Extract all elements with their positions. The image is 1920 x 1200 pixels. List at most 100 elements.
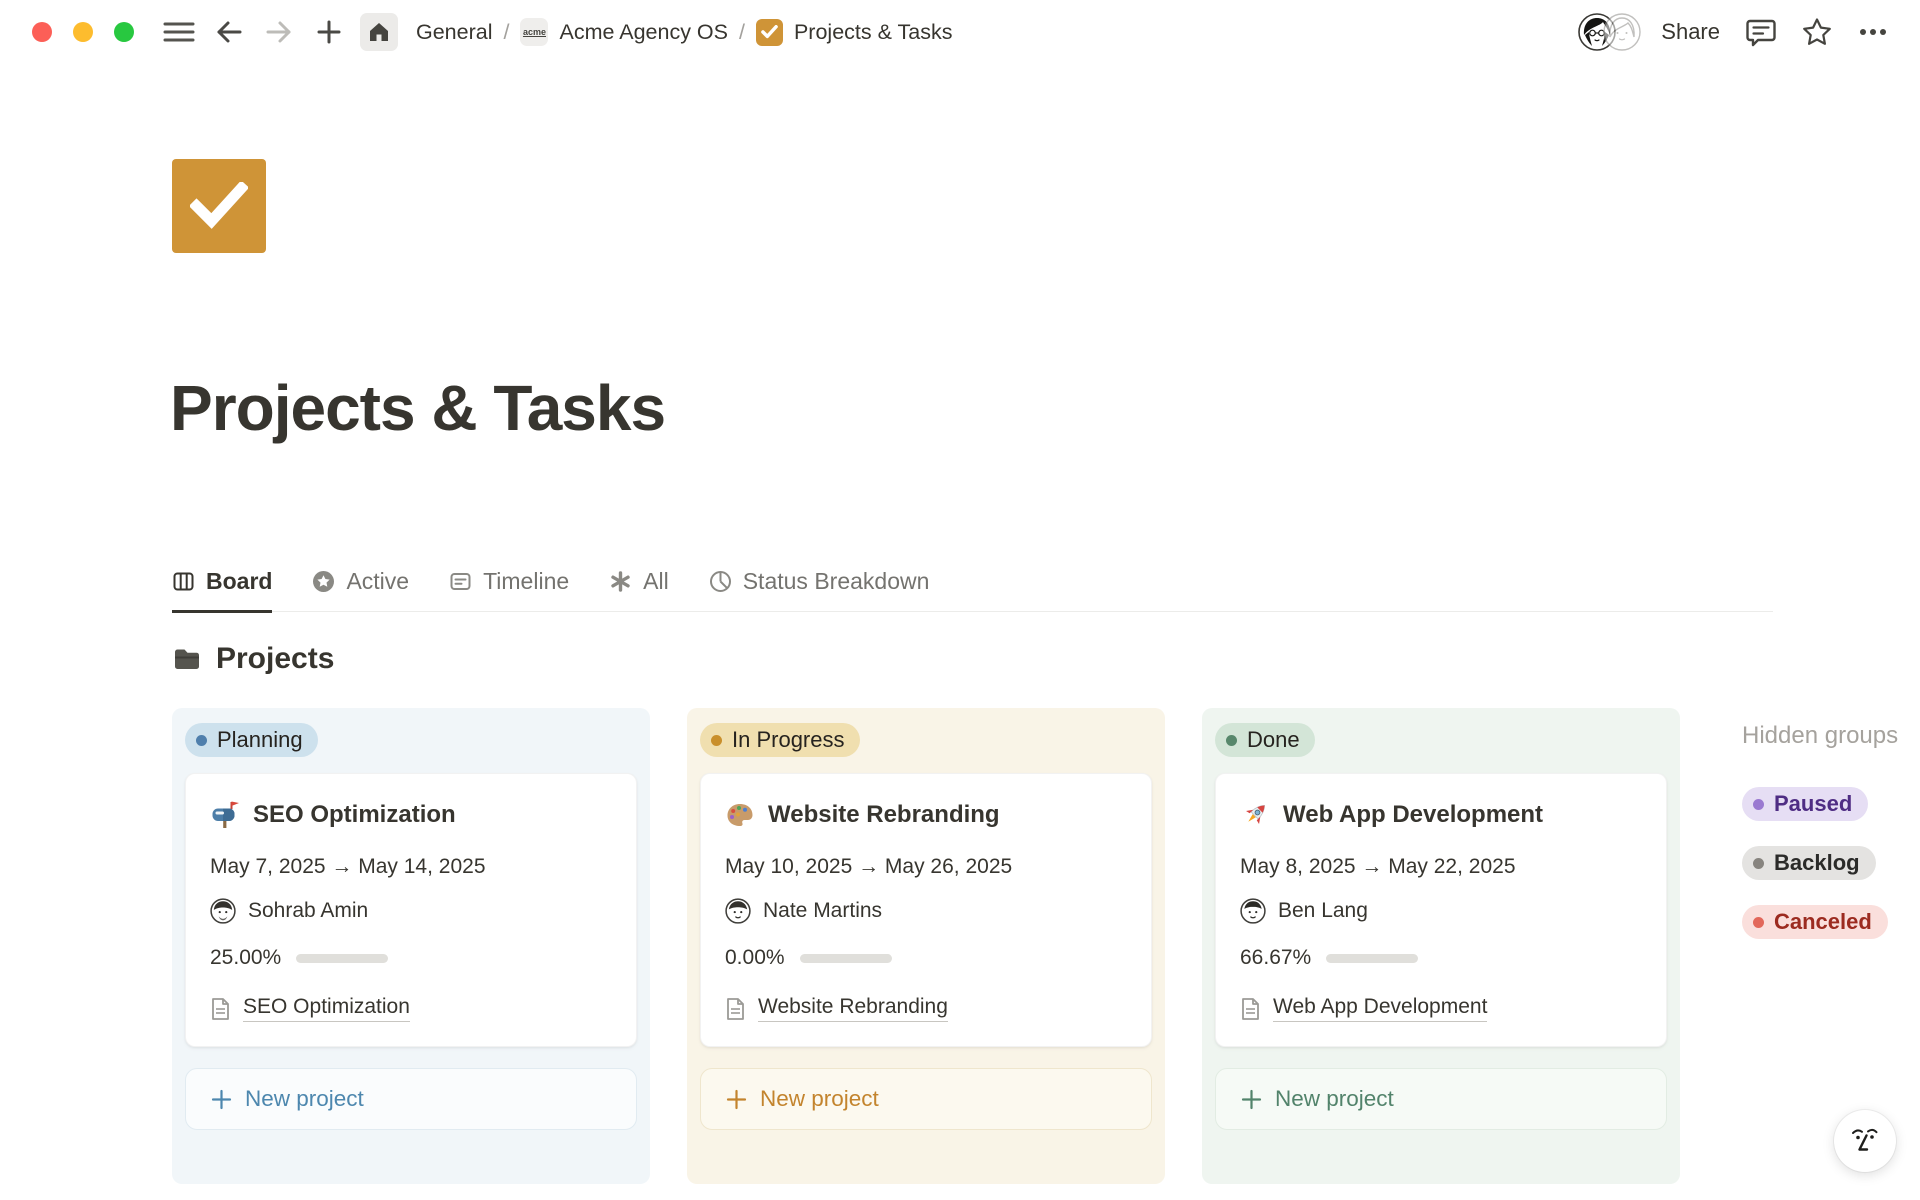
card-assignee: Sohrab Amin [210, 898, 612, 924]
hidden-groups-title: Hidden groups [1742, 722, 1898, 750]
comments-button[interactable] [1746, 17, 1776, 47]
hidden-group-backlog[interactable]: Backlog [1742, 846, 1876, 880]
tab-timeline[interactable]: Timeline [449, 568, 569, 613]
status-pill-planning[interactable]: Planning [185, 723, 318, 757]
tab-status-breakdown[interactable]: Status Breakdown [709, 568, 930, 613]
assignee-name: Sohrab Amin [248, 899, 368, 923]
tab-label: Status Breakdown [743, 568, 930, 595]
status-dot [1753, 799, 1764, 810]
project-card-website-rebranding[interactable]: Website Rebranding May 10, 2025 → May 26… [700, 773, 1152, 1047]
acme-logo: acme [520, 18, 548, 46]
card-date-range: May 8, 2025 → May 22, 2025 [1240, 855, 1642, 879]
hidden-group-label: Paused [1774, 791, 1852, 817]
more-options-button[interactable] [1858, 27, 1888, 37]
timeline-icon [449, 570, 472, 593]
document-icon [210, 997, 231, 1021]
card-title: Website Rebranding [768, 801, 1000, 829]
tab-label: Timeline [483, 568, 569, 595]
home-button[interactable] [360, 13, 398, 51]
project-card-web-app-development[interactable]: Web App Development May 8, 2025 → May 22… [1215, 773, 1667, 1047]
progress-bar [1326, 954, 1418, 963]
breadcrumb-separator: / [504, 20, 510, 45]
breadcrumb-label: Acme Agency OS [559, 20, 728, 45]
ellipsis-icon [1858, 27, 1888, 37]
breadcrumb-label: General [416, 20, 493, 45]
progress-percent: 0.00% [725, 946, 785, 970]
status-pill-done[interactable]: Done [1215, 723, 1315, 757]
share-button[interactable]: Share [1661, 19, 1720, 45]
section-title: Projects [216, 642, 334, 676]
page-icon-gold-checkbox[interactable] [172, 159, 266, 253]
view-tabs: Board Active Timeline All Status Breakdo… [172, 568, 1773, 612]
column-planning: Planning SEO Optimization May 7, 2025 → … [172, 708, 650, 1184]
hidden-group-paused[interactable]: Paused [1742, 787, 1868, 821]
new-project-button-done[interactable]: New project [1215, 1068, 1667, 1130]
plus-icon [726, 1089, 747, 1110]
sidebar-menu-button[interactable] [160, 13, 198, 51]
avatar-collaborator-2 [1603, 13, 1641, 51]
tab-label: Active [346, 568, 409, 595]
card-progress: 0.00% [725, 946, 1127, 970]
hidden-groups-rail: Hidden groups Paused Backlog Canceled [1742, 722, 1898, 939]
breadcrumb-separator: / [739, 20, 745, 45]
zoom-window-button[interactable] [114, 22, 134, 42]
close-window-button[interactable] [32, 22, 52, 42]
arrow-left-icon [215, 20, 243, 44]
card-linked-page[interactable]: SEO Optimization [210, 995, 612, 1022]
new-tab-button[interactable] [310, 13, 348, 51]
folder-icon [172, 644, 202, 674]
window-toolbar: General / acme Acme Agency OS / Projects… [0, 0, 1920, 64]
linked-page-title: SEO Optimization [243, 995, 410, 1022]
status-dot [711, 735, 722, 746]
new-project-button-in-progress[interactable]: New project [700, 1068, 1152, 1130]
status-dot [1753, 917, 1764, 928]
new-project-button-planning[interactable]: New project [185, 1068, 637, 1130]
avatar-ben-lang [1240, 898, 1266, 924]
progress-percent: 66.67% [1240, 946, 1311, 970]
card-linked-page[interactable]: Website Rebranding [725, 995, 1127, 1022]
column-done: Done Web App Development May 8, 2025 → M… [1202, 708, 1680, 1184]
pie-chart-icon [709, 570, 732, 593]
status-label: In Progress [732, 727, 845, 753]
progress-bar [800, 954, 892, 963]
tab-all[interactable]: All [609, 568, 669, 613]
hidden-group-canceled[interactable]: Canceled [1742, 905, 1888, 939]
notion-ai-face-button[interactable] [1834, 1110, 1896, 1172]
progress-bar [296, 954, 388, 963]
project-card-seo-optimization[interactable]: SEO Optimization May 7, 2025 → May 14, 2… [185, 773, 637, 1047]
avatar-sohrab-amin [210, 898, 236, 924]
card-assignee: Nate Martins [725, 898, 1127, 924]
page-title: Projects & Tasks [170, 371, 1920, 445]
card-date-range: May 7, 2025 → May 14, 2025 [210, 855, 612, 879]
card-date-range: May 10, 2025 → May 26, 2025 [725, 855, 1127, 879]
back-button[interactable] [210, 13, 248, 51]
column-in-progress: In Progress Website Rebranding May 10, 2… [687, 708, 1165, 1184]
progress-percent: 25.00% [210, 946, 281, 970]
kanban-board: Planning SEO Optimization May 7, 2025 → … [172, 708, 1920, 1184]
status-pill-in-progress[interactable]: In Progress [700, 723, 860, 757]
collaborator-avatars[interactable] [1578, 13, 1641, 51]
minimize-window-button[interactable] [73, 22, 93, 42]
card-linked-page[interactable]: Web App Development [1240, 995, 1642, 1022]
assignee-name: Ben Lang [1278, 899, 1368, 923]
rocket-icon [1240, 800, 1270, 830]
status-dot [1226, 735, 1237, 746]
breadcrumb-projects-tasks[interactable]: Projects & Tasks [756, 19, 953, 46]
star-circle-icon [312, 570, 335, 593]
card-title: Web App Development [1283, 801, 1543, 829]
plus-icon [211, 1089, 232, 1110]
plus-icon [1241, 1089, 1262, 1110]
card-title: SEO Optimization [253, 801, 456, 829]
home-icon [367, 20, 391, 44]
tab-board[interactable]: Board [172, 568, 272, 613]
forward-button[interactable] [260, 13, 298, 51]
card-assignee: Ben Lang [1240, 898, 1642, 924]
favorite-button[interactable] [1802, 17, 1832, 47]
breadcrumb-acme-agency-os[interactable]: acme Acme Agency OS [520, 18, 728, 46]
breadcrumb-general[interactable]: General [416, 20, 493, 45]
projects-section-header: Projects [172, 642, 1920, 676]
checkmark-icon [190, 182, 248, 230]
status-label: Planning [217, 727, 303, 753]
tab-active[interactable]: Active [312, 568, 409, 613]
document-icon [1240, 997, 1261, 1021]
